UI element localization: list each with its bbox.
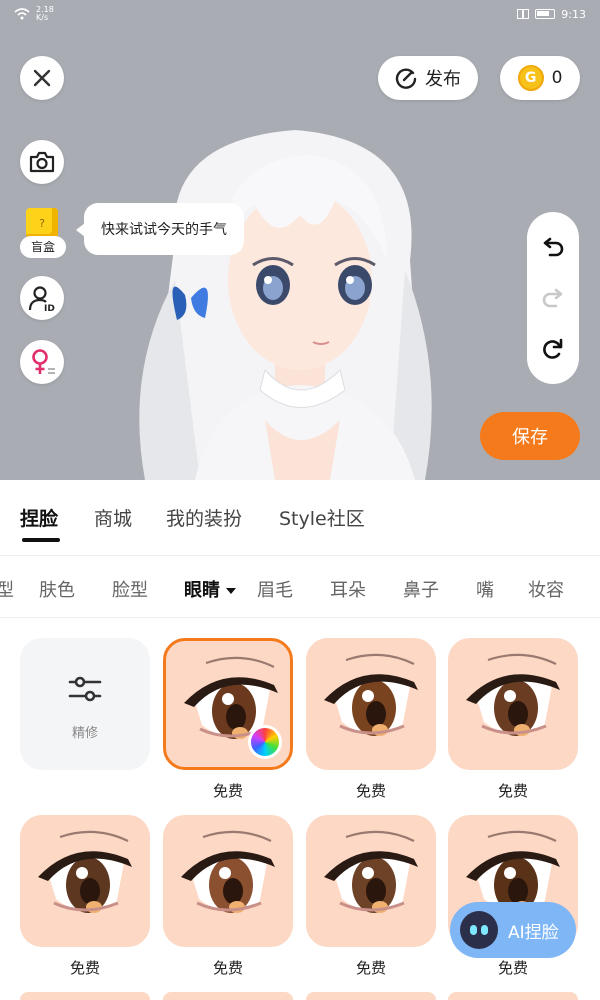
subtab-ears[interactable]: 耳朵 xyxy=(330,576,366,602)
subtab-eyes[interactable]: 眼睛 xyxy=(184,576,236,602)
gender-switch-button[interactable] xyxy=(20,340,64,384)
chevron-down-icon xyxy=(226,588,236,594)
tab-face-edit[interactable]: 捏脸 xyxy=(20,504,58,531)
main-tab-bar: 捏脸 商城 我的装扮 Style社区 xyxy=(0,480,600,556)
status-bar: 2.18 K/s 9:13 xyxy=(0,0,600,28)
tab-my-outfits[interactable]: 我的装扮 xyxy=(166,504,242,531)
camera-button[interactable] xyxy=(20,140,64,184)
battery-icon xyxy=(535,9,556,19)
price-label: 免费 xyxy=(497,782,528,800)
coin-balance-button[interactable]: G 0 xyxy=(500,56,580,100)
fine-tune-label: 精修 xyxy=(71,726,98,741)
redo-icon xyxy=(542,288,563,308)
eye-option-tile[interactable] xyxy=(306,815,436,947)
ai-face-icon xyxy=(460,911,498,949)
clock: 9:13 xyxy=(561,7,586,21)
eye-option-tile-partial xyxy=(20,992,150,1000)
eye-option-tile[interactable] xyxy=(163,815,293,947)
net-speed-unit: K/s xyxy=(36,13,49,22)
eye-thumbnail xyxy=(324,830,418,913)
tip-text: 快来试试今天的手气 xyxy=(101,222,227,238)
price-label: 免费 xyxy=(69,959,100,977)
tab-style-community[interactable]: Style社区 xyxy=(279,504,365,531)
undo-button[interactable] xyxy=(535,229,571,265)
subtab-face-shape[interactable]: 脸型 xyxy=(112,576,148,602)
eye-thumbnail xyxy=(324,653,418,736)
redo-button[interactable] xyxy=(535,280,571,316)
eye-option-tile[interactable] xyxy=(163,638,293,770)
ai-face-label: AI捏脸 xyxy=(508,922,559,943)
camera-icon xyxy=(29,151,55,173)
eye-option-tile[interactable] xyxy=(306,638,436,770)
fine-tune-button[interactable]: 精修 xyxy=(20,638,150,770)
reset-button[interactable] xyxy=(535,331,571,367)
eye-option-tile-partial xyxy=(163,992,293,1000)
color-wheel-icon[interactable] xyxy=(248,725,282,759)
eye-thumbnail xyxy=(466,653,560,736)
blind-box-button[interactable]: ? 盲盒 xyxy=(20,208,66,260)
coin-icon: G xyxy=(517,65,544,91)
subtab-makeup[interactable]: 妆容 xyxy=(528,576,564,602)
subtab-skin-color[interactable]: 肤色 xyxy=(39,576,75,602)
blind-box-mark: ? xyxy=(39,216,45,230)
id-button[interactable]: ID xyxy=(20,276,64,320)
eye-option-tile-partial xyxy=(306,992,436,1000)
save-button[interactable]: 保存 xyxy=(480,412,580,460)
fine-tune-icon xyxy=(68,676,102,702)
subtab-eyes-label: 眼睛 xyxy=(184,580,220,601)
feature-tab-bar: 型 肤色 脸型 眼睛 眉毛 耳朵 鼻子 嘴 妆容 xyxy=(0,556,600,618)
net-speed: 2.18 K/s xyxy=(36,6,54,22)
price-label: 免费 xyxy=(212,959,243,977)
coin-count: 0 xyxy=(551,68,563,88)
ai-face-button[interactable]: AI捏脸 xyxy=(450,902,576,958)
avatar-character[interactable] xyxy=(105,120,495,480)
close-icon xyxy=(33,69,51,87)
reading-mode-icon xyxy=(517,9,530,19)
blind-box-tip-bubble: 快来试试今天的手气 xyxy=(76,203,244,255)
wifi-icon xyxy=(14,8,30,20)
id-icon: ID xyxy=(28,286,55,312)
eye-option-tile-partial xyxy=(448,992,578,1000)
tab-store[interactable]: 商城 xyxy=(94,504,132,531)
blind-box-label: 盲盒 xyxy=(20,236,66,258)
price-label: 免费 xyxy=(355,959,386,977)
subtab-nose[interactable]: 鼻子 xyxy=(403,576,439,602)
subtab-partial[interactable]: 型 xyxy=(0,576,14,602)
save-label: 保存 xyxy=(512,427,548,448)
publish-label: 发布 xyxy=(425,69,461,90)
female-gender-icon xyxy=(32,349,55,374)
eye-option-tile[interactable] xyxy=(20,815,150,947)
avatar-scene: 2.18 K/s 9:13 ? 盲盒 快来试试今天的手气 ID 发布 G 0 保… xyxy=(0,0,600,480)
close-button[interactable] xyxy=(20,56,64,100)
blind-box-icon: ? xyxy=(26,208,58,238)
price-label: 免费 xyxy=(497,959,528,977)
price-label: 免费 xyxy=(355,782,386,800)
reset-icon xyxy=(543,338,563,359)
eye-thumbnail xyxy=(181,830,275,913)
eye-thumbnail xyxy=(38,830,132,913)
svg-text:ID: ID xyxy=(44,304,55,312)
active-tab-indicator xyxy=(22,538,60,542)
subtab-eyebrows[interactable]: 眉毛 xyxy=(257,576,293,602)
publish-icon xyxy=(395,68,417,89)
history-toolbar xyxy=(527,212,579,384)
price-label: 免费 xyxy=(212,782,243,800)
undo-icon xyxy=(543,238,564,257)
eye-option-tile[interactable] xyxy=(448,638,578,770)
subtab-mouth[interactable]: 嘴 xyxy=(476,576,494,602)
publish-button[interactable]: 发布 xyxy=(378,56,478,100)
